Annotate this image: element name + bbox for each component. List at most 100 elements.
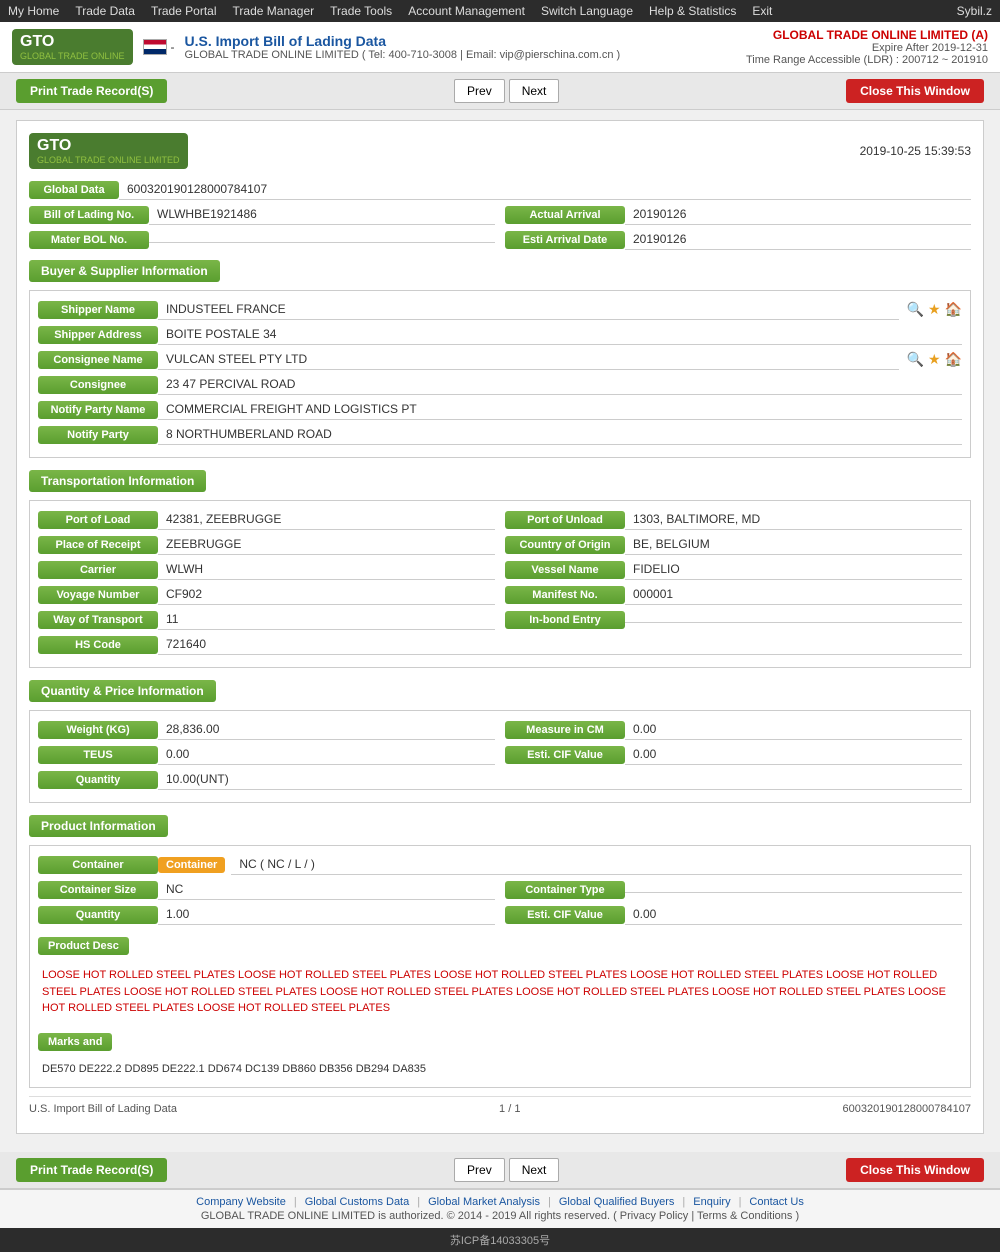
global-data-label: Global Data [29, 181, 119, 199]
port-of-unload-field: Port of Unload 1303, BALTIMORE, MD [505, 509, 962, 530]
consignee-search-icon[interactable]: 🔍 [907, 351, 924, 368]
carrier-value: WLWH [158, 559, 495, 580]
product-desc-block: Product Desc LOOSE HOT ROLLED STEEL PLAT… [38, 931, 962, 1021]
header-left: GTO GLOBAL TRADE ONLINE - U.S. Import Bi… [12, 29, 620, 65]
consignee-name-label: Consignee Name [38, 351, 158, 369]
carrier-field: Carrier WLWH [38, 559, 495, 580]
teus-label: TEUS [38, 746, 158, 764]
port-of-load-value: 42381, ZEEBRUGGE [158, 509, 495, 530]
prev-button-bottom[interactable]: Prev [454, 1158, 505, 1182]
esti-arrival-field: Esti Arrival Date 20190126 [505, 229, 971, 250]
nav-help-statistics[interactable]: Help & Statistics [649, 4, 736, 18]
global-data-row: Global Data 600320190128000784107 [29, 179, 971, 200]
container-tag[interactable]: Container [158, 857, 225, 873]
nav-account-management[interactable]: Account Management [408, 4, 525, 18]
flag-separator: - [171, 40, 175, 54]
bol-field: Bill of Lading No. WLWHBE1921486 [29, 204, 495, 225]
product-info-section-header: Product Information [29, 815, 168, 837]
weight-value: 28,836.00 [158, 719, 495, 740]
page-title: U.S. Import Bill of Lading Data [185, 33, 621, 49]
product-quantity-value: 1.00 [158, 904, 495, 925]
notify-party-value: 8 NORTHUMBERLAND ROAD [158, 424, 962, 445]
buyer-supplier-section-header: Buyer & Supplier Information [29, 260, 220, 282]
marks-block: Marks and DE570 DE222.2 DD895 DE222.1 DD… [38, 1027, 962, 1079]
record-logo-img: GTO GLOBAL TRADE ONLINE LIMITED [29, 133, 188, 169]
port-of-unload-value: 1303, BALTIMORE, MD [625, 509, 962, 530]
product-info-section: Container Container NC ( NC / L / ) Cont… [29, 845, 971, 1088]
port-of-load-field: Port of Load 42381, ZEEBRUGGE [38, 509, 495, 530]
shipper-search-icon[interactable]: 🔍 [907, 301, 924, 318]
voyage-number-value: CF902 [158, 584, 495, 605]
mater-bol-value [149, 236, 495, 243]
print-button-bottom[interactable]: Print Trade Record(S) [16, 1158, 167, 1182]
bol-row: Bill of Lading No. WLWHBE1921486 Actual … [29, 204, 971, 225]
print-button-top[interactable]: Print Trade Record(S) [16, 79, 167, 103]
measure-cm-field: Measure in CM 0.00 [505, 719, 962, 740]
shipper-name-label: Shipper Name [38, 301, 158, 319]
nav-my-home[interactable]: My Home [8, 4, 59, 18]
transportation-section: Port of Load 42381, ZEEBRUGGE Port of Un… [29, 500, 971, 668]
quantity-value: 10.00(UNT) [158, 769, 962, 790]
actual-arrival-label: Actual Arrival [505, 206, 625, 224]
nav-trade-manager[interactable]: Trade Manager [233, 4, 315, 18]
record-id: 600320190128000784107 [843, 1103, 971, 1115]
nav-trade-data[interactable]: Trade Data [75, 4, 135, 18]
vessel-name-field: Vessel Name FIDELIO [505, 559, 962, 580]
product-cif-label: Esti. CIF Value [505, 906, 625, 924]
footer-link-market[interactable]: Global Market Analysis [428, 1196, 540, 1208]
consignee-label: Consignee [38, 376, 158, 394]
shipper-address-value: BOITE POSTALE 34 [158, 324, 962, 345]
hs-code-label: HS Code [38, 636, 158, 654]
shipper-home-icon[interactable]: 🏠 [945, 301, 962, 318]
footer-link-customs[interactable]: Global Customs Data [305, 1196, 410, 1208]
notify-party-name-row: Notify Party Name COMMERCIAL FREIGHT AND… [38, 399, 962, 420]
hs-code-value: 721640 [158, 634, 962, 655]
next-button-top[interactable]: Next [509, 79, 560, 103]
port-of-load-label: Port of Load [38, 511, 158, 529]
footer-link-contact[interactable]: Contact Us [749, 1196, 803, 1208]
prev-button-top[interactable]: Prev [454, 79, 505, 103]
place-of-receipt-field: Place of Receipt ZEEBRUGGE [38, 534, 495, 555]
country-of-origin-label: Country of Origin [505, 536, 625, 554]
mater-bol-label: Mater BOL No. [29, 231, 149, 249]
container-row: Container Container NC ( NC / L / ) [38, 854, 962, 875]
manifest-no-field: Manifest No. 000001 [505, 584, 962, 605]
container-size-type-row: Container Size NC Container Type [38, 879, 962, 900]
manifest-no-value: 000001 [625, 584, 962, 605]
weight-measure-row: Weight (KG) 28,836.00 Measure in CM 0.00 [38, 719, 962, 740]
notify-party-row: Notify Party 8 NORTHUMBERLAND ROAD [38, 424, 962, 445]
teus-cif-row: TEUS 0.00 Esti. CIF Value 0.00 [38, 744, 962, 765]
nav-items: My Home Trade Data Trade Portal Trade Ma… [8, 4, 772, 18]
manifest-no-label: Manifest No. [505, 586, 625, 604]
footer-link-company[interactable]: Company Website [196, 1196, 286, 1208]
container-value: NC ( NC / L / ) [231, 854, 962, 875]
shipper-name-row: Shipper Name INDUSTEEL FRANCE 🔍 ★ 🏠 [38, 299, 962, 320]
consignee-home-icon[interactable]: 🏠 [945, 351, 962, 368]
nav-trade-tools[interactable]: Trade Tools [330, 4, 392, 18]
vessel-name-value: FIDELIO [625, 559, 962, 580]
close-button-top[interactable]: Close This Window [846, 79, 984, 103]
record-footer: U.S. Import Bill of Lading Data 1 / 1 60… [29, 1096, 971, 1121]
record-timestamp: 2019-10-25 15:39:53 [860, 144, 971, 158]
footer-link-enquiry[interactable]: Enquiry [693, 1196, 730, 1208]
nav-trade-portal[interactable]: Trade Portal [151, 4, 217, 18]
logo-text: GTO [20, 33, 54, 50]
shipper-star-icon[interactable]: ★ [928, 301, 941, 318]
next-button-bottom[interactable]: Next [509, 1158, 560, 1182]
mater-bol-row: Mater BOL No. Esti Arrival Date 20190126 [29, 229, 971, 250]
us-flag [143, 39, 167, 55]
product-cif-value: 0.00 [625, 904, 962, 925]
nav-exit[interactable]: Exit [752, 4, 772, 18]
consignee-star-icon[interactable]: ★ [928, 351, 941, 368]
consignee-name-row: Consignee Name VULCAN STEEL PTY LTD 🔍 ★ … [38, 349, 962, 370]
shipper-name-value: INDUSTEEL FRANCE [158, 299, 899, 320]
close-button-bottom[interactable]: Close This Window [846, 1158, 984, 1182]
esti-arrival-value: 20190126 [625, 229, 971, 250]
notify-party-label: Notify Party [38, 426, 158, 444]
teus-value: 0.00 [158, 744, 495, 765]
bottom-navigation-buttons: Prev Next [454, 1158, 559, 1182]
footer-link-buyers[interactable]: Global Qualified Buyers [559, 1196, 675, 1208]
nav-switch-language[interactable]: Switch Language [541, 4, 633, 18]
record-card: GTO GLOBAL TRADE ONLINE LIMITED 2019-10-… [16, 120, 984, 1134]
in-bond-entry-value [625, 616, 962, 623]
